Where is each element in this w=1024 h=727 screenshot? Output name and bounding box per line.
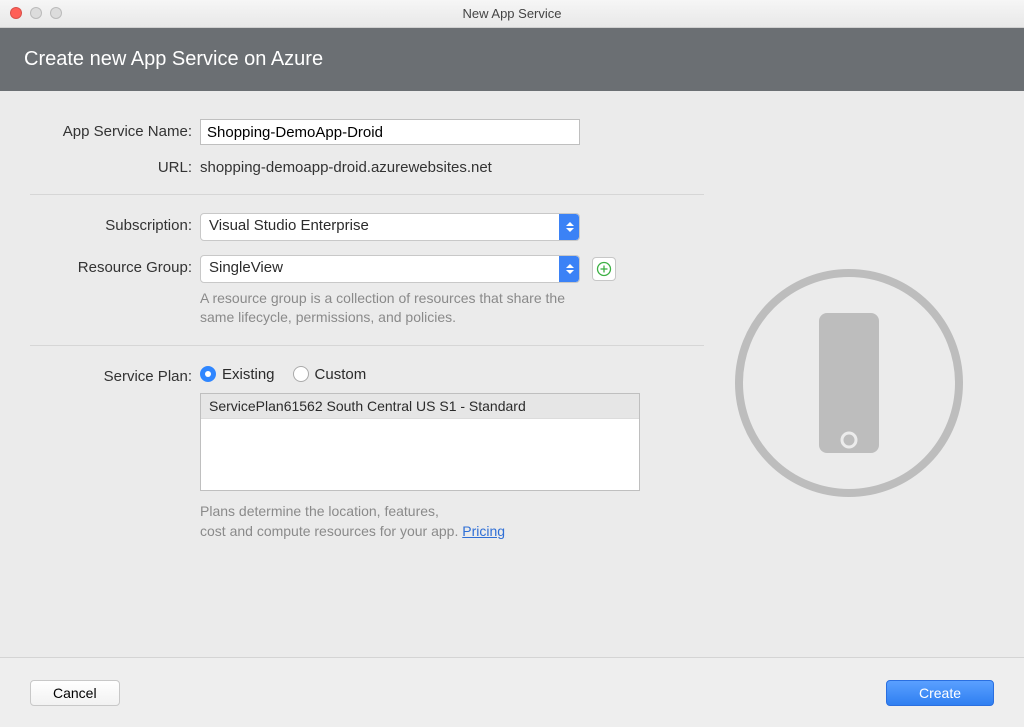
titlebar: New App Service xyxy=(0,0,1024,28)
app-service-name-input[interactable] xyxy=(200,119,580,145)
radio-custom[interactable]: Custom xyxy=(293,366,367,383)
radio-icon xyxy=(293,366,309,382)
phone-circle-icon xyxy=(724,258,974,508)
body: App Service Name: URL: shopping-demoapp-… xyxy=(0,91,1024,657)
service-plan-radio-group: Existing Custom xyxy=(200,364,704,383)
url-value: shopping-demoapp-droid.azurewebsites.net xyxy=(200,155,704,176)
divider xyxy=(30,345,704,346)
cancel-button[interactable]: Cancel xyxy=(30,680,120,706)
plus-icon xyxy=(596,261,612,277)
app-service-name-label: App Service Name: xyxy=(30,119,200,140)
footer: Cancel Create xyxy=(0,657,1024,727)
radio-existing[interactable]: Existing xyxy=(200,366,275,383)
illustration xyxy=(704,119,994,647)
window-title: New App Service xyxy=(0,6,1024,21)
page-title: Create new App Service on Azure xyxy=(24,48,323,70)
traffic-lights xyxy=(10,7,62,19)
radio-custom-label: Custom xyxy=(315,366,367,383)
divider xyxy=(30,194,704,195)
subscription-value: Visual Studio Enterprise xyxy=(201,214,559,240)
list-item[interactable]: ServicePlan61562 South Central US S1 - S… xyxy=(201,394,639,419)
chevron-up-down-icon xyxy=(559,256,579,282)
create-button[interactable]: Create xyxy=(886,680,994,706)
chevron-up-down-icon xyxy=(559,214,579,240)
service-plan-label: Service Plan: xyxy=(30,364,200,385)
page-header: Create new App Service on Azure xyxy=(0,28,1024,91)
service-plan-list[interactable]: ServicePlan61562 South Central US S1 - S… xyxy=(200,393,640,491)
radio-existing-label: Existing xyxy=(222,366,275,383)
maximize-icon[interactable] xyxy=(50,7,62,19)
url-label: URL: xyxy=(30,155,200,176)
resource-group-helper: A resource group is a collection of reso… xyxy=(200,289,600,327)
form-column: App Service Name: URL: shopping-demoapp-… xyxy=(30,119,704,647)
pricing-link[interactable]: Pricing xyxy=(462,523,505,539)
resource-group-label: Resource Group: xyxy=(30,255,200,276)
add-resource-group-button[interactable] xyxy=(592,257,616,281)
subscription-select[interactable]: Visual Studio Enterprise xyxy=(200,213,580,241)
resource-group-select[interactable]: SingleView xyxy=(200,255,580,283)
window: New App Service Create new App Service o… xyxy=(0,0,1024,727)
subscription-label: Subscription: xyxy=(30,213,200,234)
close-icon[interactable] xyxy=(10,7,22,19)
resource-group-value: SingleView xyxy=(201,256,559,282)
minimize-icon[interactable] xyxy=(30,7,42,19)
radio-icon xyxy=(200,366,216,382)
service-plan-helper: Plans determine the location, features, … xyxy=(200,501,704,542)
